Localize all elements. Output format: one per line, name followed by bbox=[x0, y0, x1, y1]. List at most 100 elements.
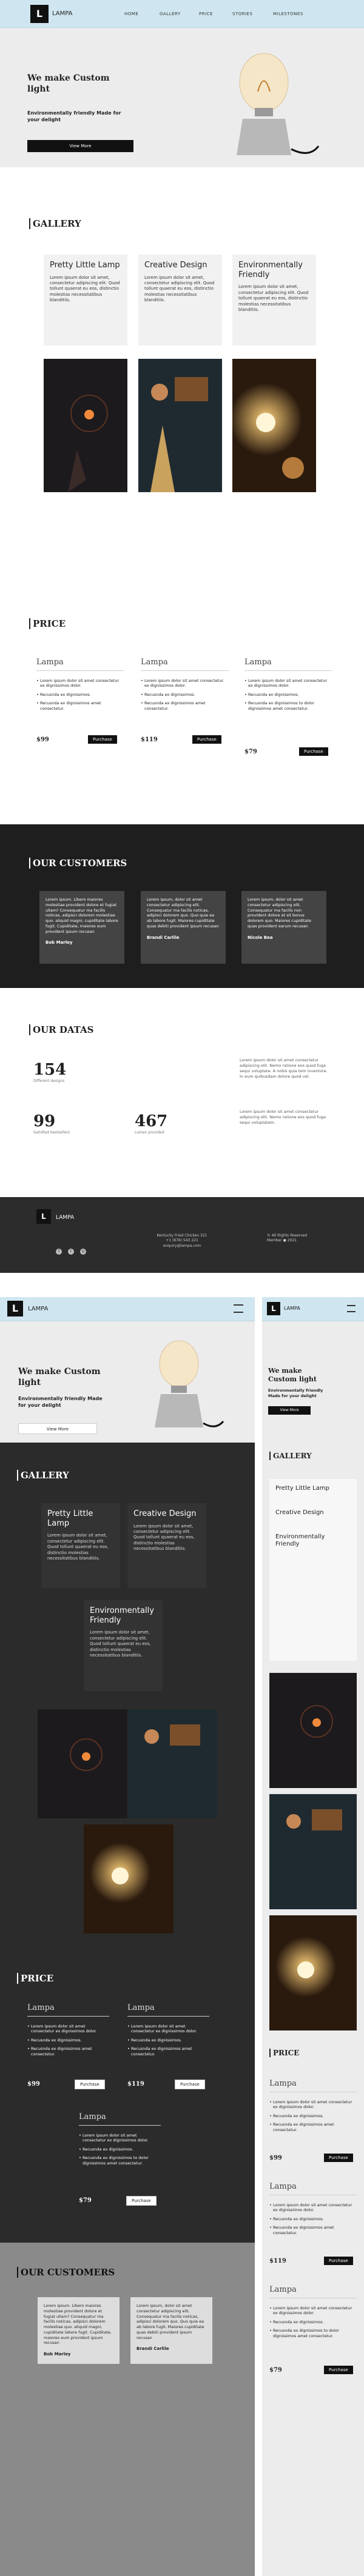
footer: L LAMPA Kentucky Fried Chicken 321 +1 (8… bbox=[0, 1197, 364, 1273]
hero-subtitle: Environmentally friendly Made for your d… bbox=[18, 1396, 103, 1409]
logo[interactable]: L bbox=[30, 5, 49, 23]
hamburger-menu-icon[interactable] bbox=[234, 1304, 243, 1313]
tablet-header: L LAMPA bbox=[0, 1297, 255, 1321]
purchase-button[interactable]: Purchase bbox=[324, 2154, 353, 2162]
testimonial-text: Lorem ipsum, dolor sit amet consectetur … bbox=[248, 897, 312, 929]
gallery-card: Pretty Little Lamp Lorem ipsum dolor sit… bbox=[44, 255, 127, 345]
gallery-photo-2 bbox=[269, 1794, 357, 1909]
twitter-icon[interactable]: t bbox=[68, 1249, 74, 1255]
plan-name: Lampa bbox=[36, 658, 124, 671]
plan-feature: Recusnda ex dignissimos. bbox=[36, 692, 124, 698]
stat-label: Satisfied bestsellers bbox=[33, 1130, 70, 1135]
plan-feature: Lorem ipsum dolor sit amet consectetur e… bbox=[79, 2133, 161, 2143]
plan-feature: Lorem ipsum dolor sit amet consectetur e… bbox=[36, 678, 124, 689]
gallery-photo-1 bbox=[269, 1673, 357, 1788]
logo[interactable]: L bbox=[7, 1301, 23, 1316]
nav-stories[interactable]: STORIES bbox=[232, 12, 253, 16]
top-header: L LAMPA HOME GALLERY PRICE STORIES MILES… bbox=[0, 0, 364, 28]
nav-milestones[interactable]: MILESTONES bbox=[273, 12, 303, 16]
hamburger-menu-icon[interactable] bbox=[347, 1305, 356, 1312]
plan-name: Lampa bbox=[269, 2079, 357, 2092]
plan-feature: Recusnda ex dignissimos to dolor digniss… bbox=[269, 2328, 357, 2338]
customers-title: OUR CUSTOMERS bbox=[17, 2267, 115, 2278]
card-text: Lorem ipsum dolor sit amet, consectetur … bbox=[50, 275, 120, 303]
plan-price: $99 bbox=[36, 736, 49, 743]
stat-item: 154 Different designs bbox=[33, 1061, 66, 1083]
gallery-photo-2 bbox=[127, 1709, 217, 1818]
plan-name: Lampa bbox=[27, 2003, 109, 2017]
purchase-button[interactable]: Purchase bbox=[324, 2366, 353, 2374]
instagram-icon[interactable]: ◎ bbox=[80, 1249, 86, 1255]
plan-name: Lampa bbox=[269, 2182, 357, 2195]
logo[interactable]: L bbox=[267, 1302, 280, 1315]
plan-feature: Recusnda ex dignissimos. bbox=[269, 2320, 357, 2325]
price-card: Lampa Lorem ipsum dolor sit amet consect… bbox=[36, 658, 124, 755]
testimonial-text: Lorem ipsum, dolor sit amet consectetur … bbox=[147, 897, 219, 929]
card-title: Pretty Little Lamp bbox=[275, 1485, 329, 1492]
purchase-button[interactable]: Purchase bbox=[75, 2080, 105, 2089]
plan-price: $79 bbox=[244, 749, 257, 755]
card-text: Lorem ipsum dolor sit amet, consectetur … bbox=[238, 284, 309, 312]
card-title: Environmentally Friendly bbox=[90, 1606, 154, 1625]
customer-card: Lorem ipsum, dolor sit amet consectetur … bbox=[141, 891, 226, 964]
tablet-preview: L LAMPA We make Custom light Environment… bbox=[0, 1297, 255, 2576]
gallery-title: GALLERY bbox=[29, 218, 81, 229]
customer-name: Brandi Carlile bbox=[136, 2346, 169, 2352]
lamp-image bbox=[237, 53, 320, 155]
purchase-button[interactable]: Purchase bbox=[126, 2196, 157, 2206]
nav-gallery[interactable]: GALLERY bbox=[160, 12, 181, 16]
facebook-icon[interactable]: f bbox=[56, 1249, 62, 1255]
plan-name: Lampa bbox=[244, 658, 332, 671]
rights-text: © All Rights Reserved bbox=[267, 1233, 308, 1238]
plan-feature: Lorem ipsum dolor sit amet consectetur e… bbox=[141, 678, 229, 689]
stat-number: 99 bbox=[33, 1112, 56, 1130]
purchase-button[interactable]: Purchase bbox=[88, 735, 117, 744]
datas-title: OUR DATAS bbox=[29, 1024, 93, 1035]
price-card: Lampa Lorem ipsum dolor sit amet consect… bbox=[244, 658, 332, 767]
view-more-button[interactable]: View More bbox=[27, 140, 133, 152]
card-text: Lorem ipsum dolor sit amet, consectetur … bbox=[47, 1533, 109, 1561]
price-card: Lampa Lorem ipsum dolor sit amet consect… bbox=[269, 2285, 357, 2382]
footer-email[interactable]: enquiry@lampa.com bbox=[152, 1244, 212, 1249]
gallery-card: Environmentally Friendly Lorem ipsum dol… bbox=[84, 1600, 163, 1691]
customer-card: Lorem ipsum, dolor sit amet consectetur … bbox=[241, 891, 326, 964]
gallery-title: GALLERY bbox=[269, 1452, 312, 1460]
purchase-button[interactable]: Purchase bbox=[299, 747, 328, 756]
plan-feature: Recusnda ex dignissimos. bbox=[27, 2038, 109, 2043]
stat-label: Lumen provided bbox=[135, 1130, 164, 1135]
plan-price: $79 bbox=[79, 2197, 92, 2204]
footer-phone: +1 (876) 543 221 bbox=[166, 1238, 198, 1243]
card-title: Pretty Little Lamp bbox=[50, 261, 120, 270]
plan-feature: Recusnda ex dignissimos amet consectetur… bbox=[141, 701, 229, 711]
nav-price[interactable]: PRICE bbox=[199, 12, 213, 16]
plan-feature: Lorem ipsum dolor sit amet consectetur e… bbox=[269, 2306, 357, 2316]
card-title: Creative Design bbox=[133, 1509, 197, 1518]
plan-price: $119 bbox=[269, 2258, 286, 2264]
plan-price: $119 bbox=[141, 736, 158, 743]
price-card: Lampa Lorem ipsum dolor sit amet consect… bbox=[127, 2003, 209, 2094]
plan-feature: Recusnda ex dignissimos amet consectetur… bbox=[127, 2046, 209, 2057]
customer-name: Nicole Bea bbox=[248, 935, 273, 940]
customers-section: OUR CUSTOMERS Lorem ipsum. Libero maiore… bbox=[0, 2243, 255, 2576]
purchase-button[interactable]: Purchase bbox=[324, 2257, 353, 2265]
price-title: PRICE bbox=[29, 618, 66, 629]
purchase-button[interactable]: Purchase bbox=[192, 735, 221, 744]
footer-address: Kentucky Fried Chicken 321 bbox=[157, 1233, 207, 1238]
stat-label: Different designs bbox=[33, 1079, 65, 1083]
view-more-button[interactable]: View More bbox=[18, 1423, 97, 1434]
gallery-photo-3 bbox=[269, 1915, 357, 2030]
hero-section: We make Custom light Environmentally fri… bbox=[262, 1321, 364, 1424]
gallery-photo-1 bbox=[38, 1709, 127, 1818]
footer-logo[interactable]: L bbox=[36, 1209, 51, 1224]
customer-name: Bob Marley bbox=[46, 940, 73, 946]
plan-price: $79 bbox=[269, 2367, 282, 2374]
price-card: Lampa Lorem ipsum dolor sit amet consect… bbox=[27, 2003, 109, 2094]
hero-title: We make Custom light bbox=[268, 1367, 317, 1383]
plan-feature: Recusnda ex dignissimos amet consectetur… bbox=[269, 2122, 357, 2132]
nav-home[interactable]: HOME bbox=[124, 12, 138, 16]
plan-feature: Recusnda ex dignissimos. bbox=[141, 692, 229, 698]
testimonial-text: Lorem ipsum. Libero maiores molestiae pr… bbox=[46, 897, 118, 934]
purchase-button[interactable]: Purchase bbox=[175, 2080, 205, 2089]
plan-feature: Lorem ipsum dolor sit amet consectetur e… bbox=[127, 2024, 209, 2034]
view-more-button[interactable]: View More bbox=[268, 1406, 311, 1415]
